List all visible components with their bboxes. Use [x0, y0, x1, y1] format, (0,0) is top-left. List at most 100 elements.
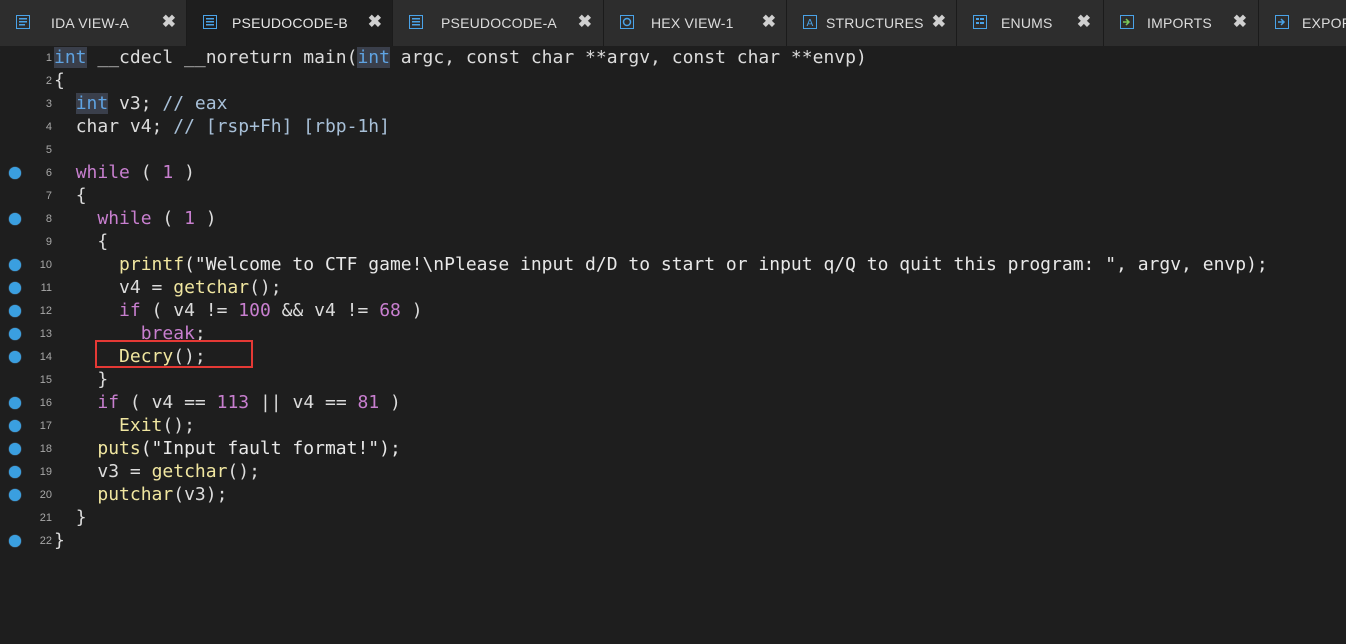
function-name[interactable]: printf: [119, 254, 184, 275]
tab-label: ENUMS: [1001, 15, 1053, 31]
function-name[interactable]: putchar: [97, 484, 173, 505]
ida-view-icon: [16, 15, 30, 29]
code-line[interactable]: 3 int v3; // eax: [0, 92, 1346, 115]
tab-pseudocode-a[interactable]: PSEUDOCODE-A ✖: [393, 0, 604, 46]
comment: // [rsp+Fh] [rbp-1h]: [162, 116, 390, 137]
enums-icon: [973, 15, 987, 29]
tab-label: HEX VIEW-1: [651, 15, 734, 31]
close-icon[interactable]: ✖: [930, 13, 948, 31]
tab-imports[interactable]: IMPORTS ✖: [1104, 0, 1259, 46]
pseudocode-editor[interactable]: 1 int __cdecl __noreturn main(int argc, …: [0, 46, 1346, 621]
tab-exports[interactable]: EXPORTS: [1259, 0, 1346, 46]
tab-structures[interactable]: A STRUCTURES ✖: [787, 0, 957, 46]
breakpoint-dot[interactable]: [9, 351, 21, 363]
close-icon[interactable]: ✖: [160, 13, 178, 31]
code-line[interactable]: 9 {: [0, 230, 1346, 253]
line-number: 7: [45, 190, 52, 202]
number-literal: 81: [357, 392, 380, 413]
variable[interactable]: v3: [97, 461, 119, 482]
code-text: );: [205, 484, 228, 505]
type-keyword: int: [54, 47, 87, 68]
code-line[interactable]: 12 if ( v4 != 100 && v4 != 68 ): [0, 299, 1346, 322]
code-text: ==: [314, 392, 358, 413]
code-text: ): [379, 392, 401, 413]
line-number: 2: [45, 75, 52, 87]
code-line[interactable]: 15 }: [0, 368, 1346, 391]
line-number: 20: [39, 489, 52, 501]
code-line[interactable]: 2 {: [0, 69, 1346, 92]
breakpoint-dot[interactable]: [9, 397, 21, 409]
variable[interactable]: v3: [184, 484, 206, 505]
breakpoint-dot[interactable]: [9, 328, 21, 340]
function-name[interactable]: puts: [97, 438, 140, 459]
tab-enums[interactable]: ENUMS ✖: [957, 0, 1104, 46]
code-line[interactable]: 17 Exit();: [0, 414, 1346, 437]
close-icon[interactable]: ✖: [760, 13, 778, 31]
code-line[interactable]: 8 while ( 1 ): [0, 207, 1346, 230]
close-icon[interactable]: ✖: [1231, 13, 1249, 31]
breakpoint-dot[interactable]: [9, 305, 21, 317]
code-line[interactable]: 6 while ( 1 ): [0, 161, 1346, 184]
hex-view-icon: [620, 15, 634, 29]
comment: // eax: [151, 93, 228, 114]
line-number: 1: [45, 52, 52, 64]
close-icon[interactable]: ✖: [576, 13, 594, 31]
number-literal: 68: [379, 300, 401, 321]
exports-icon: [1275, 15, 1289, 29]
code-line[interactable]: 18 puts("Input fault format!");: [0, 437, 1346, 460]
code-text: ): [173, 162, 195, 183]
tab-ida-view-a[interactable]: IDA VIEW-A ✖: [0, 0, 187, 46]
line-number: 8: [45, 213, 52, 225]
breakpoint-dot[interactable]: [9, 167, 21, 179]
tab-hex-view-1[interactable]: HEX VIEW-1 ✖: [604, 0, 787, 46]
breakpoint-dot[interactable]: [9, 466, 21, 478]
code-line[interactable]: 19 v3 = getchar();: [0, 460, 1346, 483]
type-keyword: int: [357, 47, 390, 68]
code-line[interactable]: 10 printf("Welcome to CTF game!\nPlease …: [0, 253, 1346, 276]
code-line[interactable]: 7 {: [0, 184, 1346, 207]
code-line[interactable]: 11 v4 = getchar();: [0, 276, 1346, 299]
svg-text:A: A: [806, 18, 813, 29]
code-text: ): [400, 300, 423, 321]
code-text: (: [119, 392, 152, 413]
code-line[interactable]: 1 int __cdecl __noreturn main(int argc, …: [0, 46, 1346, 69]
keyword: if: [97, 392, 120, 413]
tab-pseudocode-b[interactable]: PSEUDOCODE-B ✖: [187, 0, 393, 46]
line-number: 19: [39, 466, 52, 478]
code-line[interactable]: 22 }: [0, 529, 1346, 552]
variable[interactable]: v4: [119, 277, 141, 298]
code-line[interactable]: 20 putchar(v3);: [0, 483, 1346, 506]
breakpoint-dot[interactable]: [9, 535, 21, 547]
function-name[interactable]: Exit: [119, 415, 162, 436]
variable[interactable]: v4: [173, 300, 195, 321]
breakpoint-dot[interactable]: [9, 213, 21, 225]
string-literal: ("Welcome to CTF game!\nPlease input d/D…: [184, 254, 1268, 275]
code-line[interactable]: 21 }: [0, 506, 1346, 529]
close-icon[interactable]: ✖: [366, 13, 384, 31]
variable-decl: v3;: [108, 93, 152, 114]
code-line[interactable]: 16 if ( v4 == 113 || v4 == 81 ): [0, 391, 1346, 414]
breakpoint-dot[interactable]: [9, 259, 21, 271]
breakpoint-dot[interactable]: [9, 489, 21, 501]
function-name[interactable]: getchar: [173, 277, 249, 298]
line-number: 17: [39, 420, 52, 432]
code-line[interactable]: 5: [0, 138, 1346, 161]
code-text: ||: [249, 392, 293, 413]
line-number: 15: [39, 374, 52, 386]
variable[interactable]: v4: [152, 392, 174, 413]
variable[interactable]: v4: [314, 300, 336, 321]
code-line[interactable]: 4 char v4; // [rsp+Fh] [rbp-1h]: [0, 115, 1346, 138]
close-icon[interactable]: ✖: [1075, 13, 1093, 31]
type-keyword: int: [75, 93, 109, 114]
code-text: =: [140, 277, 174, 298]
code-text: ();: [162, 415, 195, 436]
variable[interactable]: v4: [292, 392, 314, 413]
function-name[interactable]: getchar: [152, 461, 228, 482]
breakpoint-dot[interactable]: [9, 420, 21, 432]
code-text: ==: [173, 392, 217, 413]
brace: {: [97, 231, 109, 252]
number-literal: 1: [184, 208, 195, 229]
breakpoint-dot[interactable]: [9, 443, 21, 455]
brace: }: [75, 507, 87, 528]
breakpoint-dot[interactable]: [9, 282, 21, 294]
